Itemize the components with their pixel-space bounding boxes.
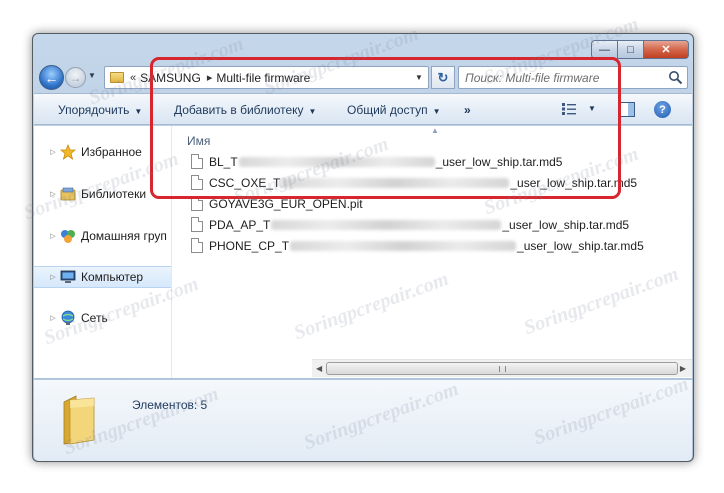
add-to-library-button[interactable]: Добавить в библиотеку ▼ (174, 103, 316, 117)
organize-label: Упорядочить (58, 103, 130, 117)
scroll-right-icon[interactable]: ▶ (680, 364, 686, 373)
file-name-suffix: _user_low_ship.tar.md5 (517, 238, 644, 253)
sidebar-item-label: Компьютер (81, 270, 144, 284)
sidebar-item-label: Сеть (81, 311, 108, 325)
redacted-text (290, 240, 517, 251)
navigation-bar: ← → ▼ « SAMSUNG ▸ Multi-file firmware ▼ … (33, 62, 693, 92)
file-icon (191, 217, 203, 232)
view-options-dropdown-icon[interactable]: ▼ (588, 104, 596, 113)
chevron-down-icon: ▼ (308, 107, 317, 116)
recent-pages-dropdown-icon[interactable]: ▼ (88, 71, 96, 80)
list-item[interactable]: CSC_OXE_T _user_low_ship.tar.md5 (191, 172, 644, 193)
search-placeholder: Поиск: Multi-file firmware (465, 70, 600, 85)
search-icon[interactable] (668, 70, 683, 85)
breadcrumb-arrow-icon[interactable]: ▸ (207, 71, 213, 84)
list-item[interactable]: BL_T _user_low_ship.tar.md5 (191, 151, 644, 172)
sidebar-item-libraries[interactable]: ▷ Библиотеки (34, 183, 171, 205)
search-input[interactable]: Поиск: Multi-file firmware (458, 66, 688, 89)
list-item[interactable]: GOYAVE3G_EUR_OPEN.pit (191, 193, 644, 214)
sidebar-item-label: Избранное (81, 145, 142, 159)
scroll-left-icon[interactable]: ◀ (316, 364, 322, 373)
minimize-button[interactable]: — (591, 40, 618, 59)
folder-icon (63, 395, 95, 445)
maximize-button[interactable]: □ (618, 40, 644, 59)
back-button[interactable]: ← (39, 65, 64, 90)
expand-icon[interactable]: ▷ (46, 148, 60, 156)
file-icon (191, 238, 203, 253)
file-name-suffix: _user_low_ship.tar.md5 (502, 217, 630, 232)
list-item[interactable]: PDA_AP_T _user_low_ship.tar.md5 (191, 214, 644, 235)
file-name-prefix: PHONE_CP_T (209, 238, 290, 253)
preview-pane-icon[interactable] (619, 102, 635, 117)
breadcrumb-overflow-icon[interactable]: « (130, 72, 136, 84)
sidebar-item-homegroup[interactable]: ▷ Домашняя груп (34, 225, 171, 247)
sidebar-item-network[interactable]: ▷ Сеть (34, 307, 171, 329)
list-item[interactable]: PHONE_CP_T _user_low_ship.tar.md5 (191, 235, 644, 256)
command-bar: Упорядочить ▼ Добавить в библиотеку ▼ Общи… (34, 93, 692, 125)
title-bar[interactable]: — □ ✕ (33, 34, 693, 62)
more-commands-button[interactable]: » (464, 103, 471, 117)
sidebar-item-label: Домашняя груп (81, 229, 167, 243)
chevron-down-icon: ▼ (134, 107, 143, 116)
file-name-prefix: CSC_OXE_T (209, 175, 281, 190)
address-bar[interactable]: « SAMSUNG ▸ Multi-file firmware ▼ (104, 66, 429, 89)
sort-ascending-icon: ▲ (431, 126, 439, 135)
file-icon (191, 175, 203, 190)
folder-icon (110, 72, 124, 83)
file-name: GOYAVE3G_EUR_OPEN.pit (209, 196, 363, 211)
details-pane: Элементов: 5 (34, 379, 692, 461)
content-area: ▷ Избранное ▷ Библиотеки ▷ Домашняя груп… (34, 126, 692, 378)
expand-icon[interactable]: ▷ (46, 232, 60, 240)
forward-button[interactable]: → (65, 67, 86, 88)
breadcrumb-multi-file-firmware[interactable]: Multi-file firmware (216, 71, 310, 85)
file-name-prefix: PDA_AP_T (209, 217, 271, 232)
file-list-pane: Имя ▲ BL_T _user_low_ship.tar.md5 CSC_OX… (173, 126, 692, 378)
homegroup-icon (61, 230, 75, 243)
redacted-text (271, 219, 502, 230)
view-options-icon[interactable] (562, 103, 576, 115)
help-icon[interactable]: ? (654, 101, 671, 118)
star-icon (60, 144, 76, 160)
sidebar-item-favorites[interactable]: ▷ Избранное (34, 141, 171, 163)
chevron-down-icon: ▼ (432, 107, 441, 116)
organize-button[interactable]: Упорядочить ▼ (58, 103, 142, 117)
sidebar-item-computer[interactable]: ▷ Компьютер (34, 266, 171, 288)
refresh-button[interactable]: ↻ (431, 66, 455, 89)
add-to-library-label: Добавить в библиотеку (174, 103, 304, 117)
navigation-pane: ▷ Избранное ▷ Библиотеки ▷ Домашняя груп… (34, 126, 172, 378)
column-header-name[interactable]: Имя (187, 134, 210, 148)
breadcrumb-samsung[interactable]: SAMSUNG (140, 71, 201, 85)
grip-icon (499, 366, 506, 372)
forward-arrow-icon: → (69, 70, 82, 85)
file-icon (191, 196, 203, 211)
libraries-icon (60, 187, 76, 201)
file-name-prefix: BL_T (209, 154, 238, 169)
expand-icon[interactable]: ▷ (46, 190, 60, 198)
share-button[interactable]: Общий доступ ▼ (347, 103, 441, 117)
address-dropdown-icon[interactable]: ▼ (412, 67, 426, 88)
back-arrow-icon: ← (44, 69, 59, 86)
file-list: BL_T _user_low_ship.tar.md5 CSC_OXE_T _u… (191, 151, 644, 256)
redacted-text (281, 177, 510, 188)
expand-icon[interactable]: ▷ (46, 314, 60, 322)
share-label: Общий доступ (347, 103, 428, 117)
file-name-suffix: _user_low_ship.tar.md5 (510, 175, 638, 190)
horizontal-scrollbar[interactable]: ◀ ▶ (312, 359, 692, 377)
expand-icon[interactable]: ▷ (46, 273, 60, 281)
item-count-text: Элементов: 5 (132, 398, 208, 412)
computer-icon (60, 270, 76, 283)
file-name-suffix: _user_low_ship.tar.md5 (435, 154, 563, 169)
file-icon (191, 154, 203, 169)
redacted-text (238, 156, 435, 167)
close-button[interactable]: ✕ (644, 40, 689, 59)
explorer-window: — □ ✕ ← → ▼ « SAMSUNG ▸ Multi-file firmw… (32, 33, 694, 462)
sidebar-item-label: Библиотеки (81, 187, 147, 201)
refresh-icon: ↻ (437, 69, 449, 85)
network-icon (61, 310, 75, 325)
scrollbar-thumb[interactable] (326, 362, 678, 375)
